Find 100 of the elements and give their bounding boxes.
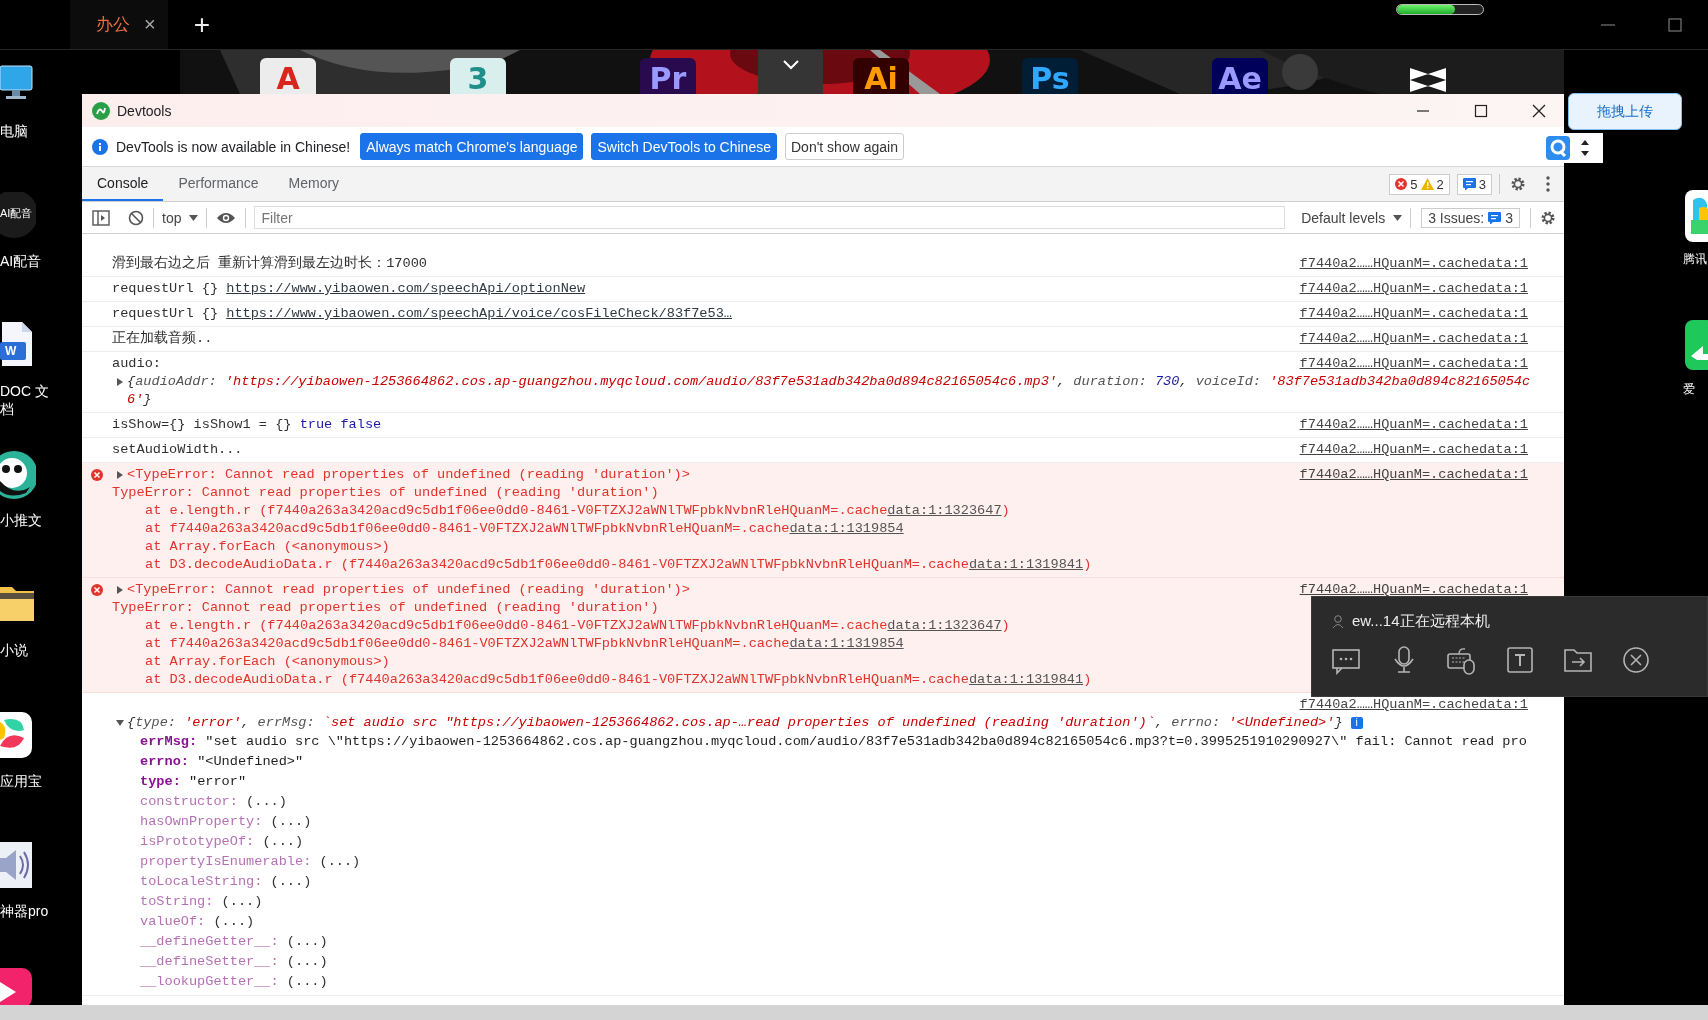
object-property: __defineGetter__: (...) — [140, 933, 328, 951]
source-link[interactable]: f7440a2……HQuanM=.cachedata:1 — [1299, 305, 1528, 323]
source-link[interactable]: data:1:1323647 — [887, 503, 1002, 518]
levels-dropdown[interactable]: Default levels — [1293, 209, 1411, 226]
dock-toggle-button[interactable] — [758, 50, 823, 94]
maximize-icon[interactable] — [1474, 103, 1488, 118]
banner-button[interactable]: Switch DevTools to Chinese — [591, 133, 777, 160]
filter-field[interactable]: Filter — [254, 206, 1286, 229]
source-link[interactable]: data:1:1319854 — [789, 636, 904, 651]
keyboard-mouse-icon[interactable] — [1447, 645, 1477, 675]
object-property: toLocaleString: (...) — [140, 873, 312, 891]
object-property: errno: "<Undefined>" — [140, 753, 304, 771]
upload-button[interactable]: 拖拽上传 — [1568, 93, 1682, 130]
error-summary: <TypeError: Cannot read properties of undefined (reading 'duration')> — [127, 466, 690, 484]
panel-tab[interactable]: Console — [82, 167, 164, 201]
close-icon[interactable] — [1532, 103, 1546, 118]
panel-tab[interactable]: Memory — [273, 167, 355, 201]
source-link[interactable]: f7440a2……HQuanM=.cachedata:1 — [1299, 330, 1528, 348]
desktop-icon-label[interactable]: 小推文 — [0, 511, 42, 529]
issue-counter[interactable]: 5 2 — [1389, 173, 1450, 195]
desktop-icon-label[interactable]: DOC 文档 — [0, 382, 50, 418]
stack-frame: at Array.forEach (<anonymous>) — [145, 538, 390, 556]
app-logo[interactable]: Ai — [853, 58, 909, 94]
icon-text: W — [5, 344, 17, 358]
source-link[interactable]: f7440a2……HQuanM=.cachedata:1 — [1299, 466, 1528, 484]
banner-message: DevTools is now available in Chinese! — [116, 138, 351, 155]
object-preview: {audioAddr: 'https://yibaowen-1253664862.cos.ap-guangzhou.myqcloud.com/audio/83f7e531adb342ba0d894c82165054c6.mp3', duration: 730, voiceId: '83f7e531adb342ba0d894c82165054c6'} — [127, 373, 1532, 409]
issues-button[interactable]: 3 Issues: 3 — [1421, 207, 1520, 228]
error-icon — [91, 469, 103, 481]
stack-frame: at Array.forEach (<anonymous>) — [145, 653, 390, 671]
object-property: toString: (...) — [140, 893, 263, 911]
browser-tab[interactable]: 办公 × — [70, 0, 168, 49]
error-summary: <TypeError: Cannot read properties of undefined (reading 'duration')> — [127, 581, 690, 599]
app-logo[interactable]: A — [260, 58, 316, 94]
eye-icon[interactable] — [216, 210, 237, 225]
source-link[interactable]: f7440a2……HQuanM=.cachedata:1 — [1299, 441, 1528, 459]
source-link[interactable]: data:1:1319841 — [968, 557, 1084, 572]
banner-button[interactable]: Always match Chrome's language — [360, 133, 584, 160]
message-counter[interactable]: 3 — [1456, 173, 1492, 195]
settings-icon[interactable] — [1510, 176, 1526, 192]
app-icon[interactable] — [1685, 320, 1708, 372]
chevron-down-icon — [782, 60, 799, 70]
desktop-icon-label[interactable]: 神器pro — [0, 902, 49, 920]
app-logo[interactable]: Ae — [1212, 58, 1268, 94]
object-property: valueOf: (...) — [140, 913, 255, 931]
app-logo[interactable]: Pr — [640, 58, 696, 94]
error-message: TypeError: Cannot read properties of undefined (reading 'duration') — [112, 484, 659, 502]
warning-icon — [1420, 178, 1434, 190]
log-message: requestUrl {} https://www.yibaowen.com/speechApi/optionNew — [112, 280, 587, 298]
source-link[interactable]: f7440a2……HQuanM=.cachedata:1 — [1299, 280, 1528, 298]
app-icon[interactable] — [0, 451, 36, 499]
context-dropdown[interactable]: top — [154, 209, 207, 226]
tab-label: 办公 — [96, 14, 130, 36]
more-menu-icon[interactable] — [1546, 176, 1550, 192]
message-icon — [1462, 178, 1476, 190]
caret-icon[interactable] — [116, 585, 124, 595]
window-title: Devtools — [117, 102, 173, 119]
url-link[interactable]: https://www.yibaowen.com/speechApi/voice/cosFileCheck/83f7e53… — [226, 306, 732, 321]
source-link[interactable]: f7440a2……HQuanM=.cachedata:1 — [1299, 696, 1528, 714]
desktop-icon-label[interactable]: 电脑 — [0, 122, 28, 140]
source-link[interactable]: f7440a2……HQuanM=.cachedata:1 — [1299, 416, 1528, 434]
scroll-arrows-icon[interactable] — [1580, 139, 1590, 157]
source-link[interactable]: f7440a2……HQuanM=.cachedata:1 — [1299, 255, 1528, 273]
source-link[interactable]: f7440a2……HQuanM=.cachedata:1 — [1299, 581, 1528, 599]
new-tab-button[interactable]: + — [193, 10, 211, 39]
object-property: isPrototypeOf: (...) — [140, 833, 304, 851]
url-link[interactable]: https://www.yibaowen.com/speechApi/optionNew — [226, 281, 586, 296]
caret-icon — [1393, 214, 1403, 221]
caret-icon[interactable] — [116, 470, 124, 480]
desktop-icon-label[interactable]: 腾讯 — [1683, 250, 1707, 268]
sidebar-toggle-icon[interactable] — [92, 209, 110, 226]
block-icon[interactable] — [128, 209, 144, 226]
desktop-icon-label[interactable]: 爱 — [1683, 380, 1695, 398]
desktop-icon-label[interactable]: AI配音 — [0, 252, 42, 270]
error-message: TypeError: Cannot read properties of undefined (reading 'duration') — [112, 599, 659, 617]
caret-icon — [189, 214, 199, 221]
source-link[interactable]: f7440a2……HQuanM=.cachedata:1 — [1299, 355, 1528, 373]
info-icon — [92, 138, 108, 155]
desktop-icon-label[interactable]: 应用宝 — [0, 772, 42, 790]
caret-icon[interactable] — [115, 719, 125, 727]
source-link[interactable]: data:1:1323647 — [887, 618, 1002, 633]
settings-icon[interactable] — [1540, 209, 1556, 226]
source-link[interactable]: data:1:1319854 — [789, 521, 904, 536]
close-tab-button[interactable]: × — [144, 13, 156, 36]
panel-tab[interactable]: Performance — [163, 167, 274, 201]
source-link[interactable]: data:1:1319841 — [968, 672, 1084, 687]
object-property: type: "error" — [140, 773, 247, 791]
message-icon — [1488, 211, 1502, 224]
app-logo-icon — [92, 101, 110, 120]
app-icon[interactable] — [0, 192, 36, 240]
object-property: errMsg: "set audio src \"https://yibaowen-1253664862.cos.ap-guangzhou.myqcloud.com/audio/83f7e531adb342ba0d894c82165054c6.mp3?t=0.3995251910290927\" fail: Cannot read pro — [140, 733, 1527, 751]
text-box-icon[interactable] — [1505, 645, 1535, 675]
person-icon — [1332, 614, 1344, 629]
banner-button[interactable]: Don't show again — [785, 133, 904, 160]
desktop-icon-label[interactable]: 小说 — [0, 641, 28, 659]
close-icon[interactable] — [1621, 645, 1651, 675]
caret-icon[interactable] — [116, 377, 124, 387]
app-logo[interactable]: Ps — [1022, 58, 1078, 94]
log-message: isShow={} isShow1 = {} true false — [112, 416, 383, 434]
log-message: audio: — [112, 355, 162, 373]
